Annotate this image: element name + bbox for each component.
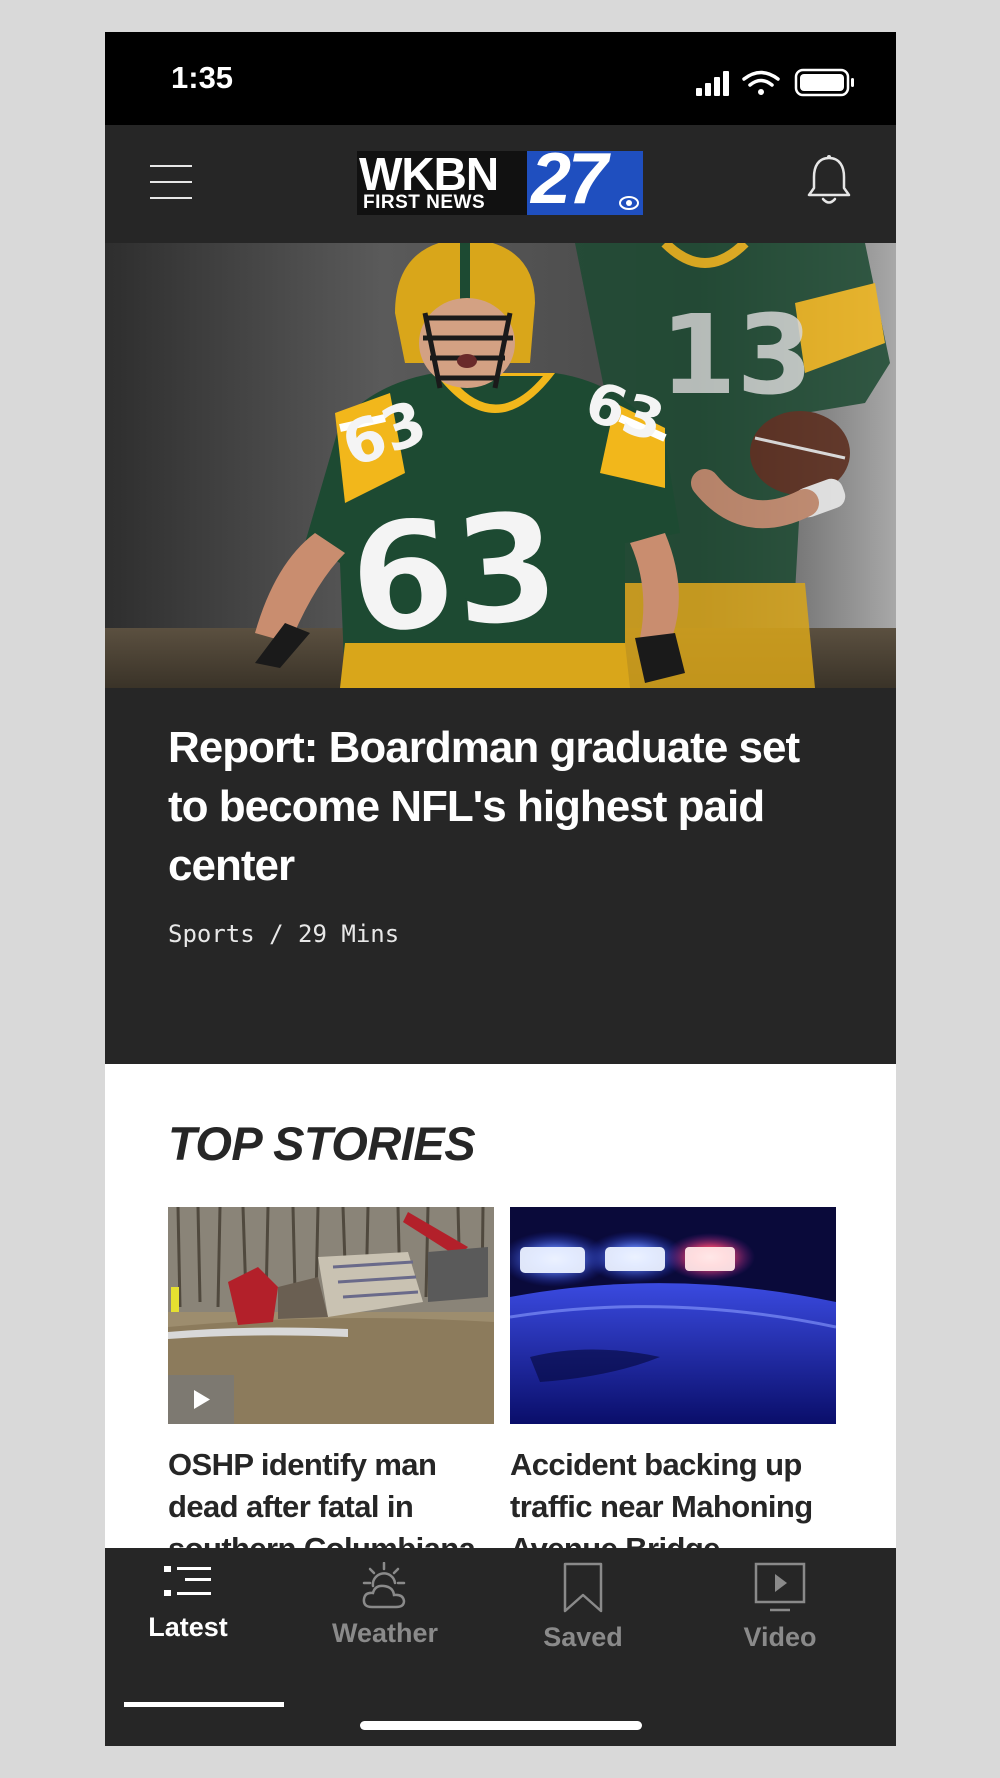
story-thumbnail [510,1207,836,1424]
cbs-eye-icon [619,196,639,210]
sun-cloud-icon [362,1562,406,1609]
logo-tagline: FIRST NEWS [363,192,486,213]
story-thumbnail [168,1207,494,1424]
bookmark-icon [563,1562,603,1613]
status-icons [696,68,854,97]
hero-meta: Sports / 29 Mins [168,920,400,948]
nav-tab-latest[interactable]: Latest [108,1562,268,1682]
video-badge [168,1375,234,1424]
hero-story-text: Report: Boardman graduate set to become … [105,688,896,1064]
story-card[interactable]: OSHP identify man dead after fatal in so… [168,1207,494,1570]
status-bar: 1:35 [105,32,896,125]
nav-label: Latest [148,1612,228,1642]
list-icon [164,1566,211,1596]
story-card[interactable]: Accident backing up traffic near Mahonin… [510,1207,836,1570]
station-logo[interactable]: WKBN FIRST NEWS 27 [357,139,643,219]
top-stories-section: TOP STORIES OSHP identify man dead after… [105,1064,896,1584]
nav-label: Saved [543,1622,623,1652]
battery-icon [794,68,854,97]
video-play-icon [754,1562,806,1612]
hamburger-menu-icon [150,165,192,167]
svg-text:63: 63 [344,480,564,668]
nav-tab-video[interactable]: Video [700,1562,860,1682]
play-icon [194,1390,210,1409]
active-tab-indicator [124,1702,284,1707]
nav-label: Video [743,1622,817,1652]
bottom-navigation: Latest Weather Saved Video [105,1548,896,1746]
status-time: 1:35 [171,60,234,95]
football-player-photo: 13 63 63 63 [105,243,896,688]
hero-story-image[interactable]: 13 63 63 63 [105,243,896,688]
logo-channel-number: 27 [531,139,608,219]
phone-screen: 1:35 WKBN FIRST NEWS 27 13 63 63 63 Repo… [105,32,896,1746]
hero-headline[interactable]: Report: Boardman graduate set to become … [168,718,808,895]
police-lights-photo [510,1207,836,1424]
nav-label: Weather [331,1618,439,1648]
nav-tab-saved[interactable]: Saved [503,1562,663,1682]
section-heading: TOP STORIES [168,1117,476,1170]
nav-tab-weather[interactable]: Weather [305,1562,465,1682]
app-header: WKBN FIRST NEWS 27 [105,125,896,243]
cellular-signal-icon [696,71,729,96]
bell-icon[interactable] [806,155,852,207]
wifi-icon [742,70,780,95]
menu-button[interactable] [150,165,194,201]
home-indicator[interactable] [360,1721,642,1730]
svg-text:13: 13 [660,291,813,419]
